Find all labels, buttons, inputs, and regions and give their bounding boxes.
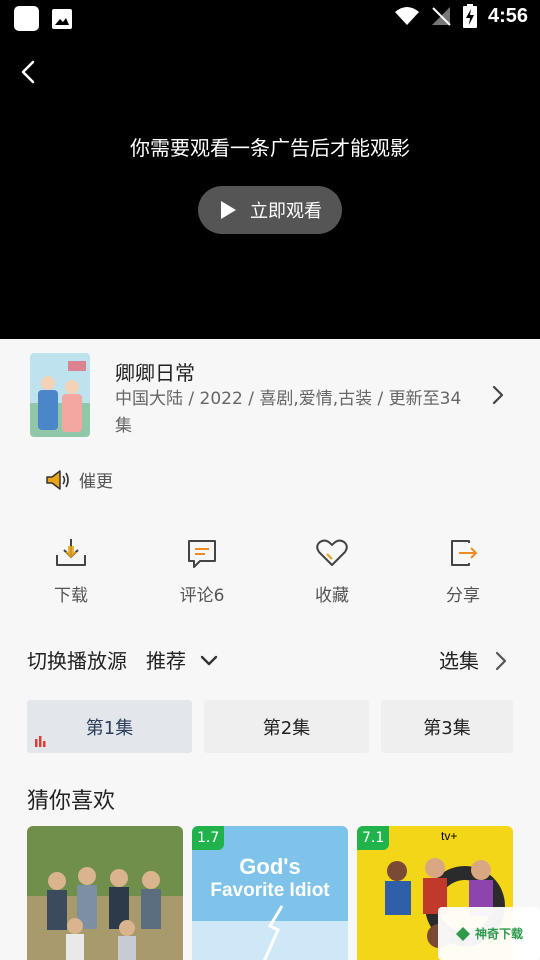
share-button[interactable]: 分享 [413,535,513,615]
switch-source-label: 切换播放源 [27,649,127,673]
status-bar: 4:56 [0,0,540,36]
watermark-badge: 神奇下载 [438,907,540,960]
show-poster[interactable] [30,353,90,437]
watch-now-label: 立即观看 [250,201,322,222]
play-icon [221,201,236,219]
favorite-label: 收藏 [315,586,349,606]
chevron-right-icon[interactable] [493,650,509,672]
download-button[interactable]: 下载 [21,535,121,615]
rating-badge: 1.7 [192,826,225,850]
poster-image [30,353,90,437]
no-signal-icon [431,7,451,26]
show-title: 卿卿日常 [115,361,195,385]
show-meta: 中国大陆 / 2022 / 喜剧,爱情,古装 / 更新至34集 [115,389,462,436]
episode-3[interactable]: 第3集 [381,700,513,753]
episode-list-button[interactable]: 选集 [439,645,479,674]
episode-label: 第2集 [262,717,311,739]
download-label: 下载 [54,586,88,606]
megaphone-icon [46,469,69,490]
source-row: 切换播放源 推荐 选集 [27,645,513,675]
episode-label: 第3集 [423,717,471,739]
leaf-logo-icon [455,926,470,941]
chevron-down-icon[interactable] [199,654,219,668]
svg-text:Favorite Idiot: Favorite Idiot [210,880,330,901]
episode-1[interactable]: 第1集 [27,700,192,753]
urge-update-label: 催更 [79,472,113,492]
svg-text:tv+: tv+ [441,829,457,843]
app-notification-icon [14,6,39,31]
comment-label: 评论6 [179,586,225,606]
wifi-icon [394,7,419,25]
episode-2[interactable]: 第2集 [204,700,369,753]
watermark-text: 神奇下载 [474,927,523,941]
urge-update-button[interactable]: 催更 [45,467,113,492]
watch-now-button[interactable]: 立即观看 [198,186,342,234]
source-dropdown[interactable]: 推荐 [146,645,186,674]
rating-badge: 7.1 [357,826,390,850]
recommend-item[interactable]: God's Favorite Idiot 1.7 [192,826,348,960]
recommend-item[interactable] [27,826,183,960]
detail-panel: 卿卿日常 中国大陆 / 2022 / 喜剧,爱情,古装 / 更新至34集 催更 … [0,339,540,960]
ad-message: 你需要观看一条广告后才能观影 [130,136,410,160]
image-notification-icon [52,9,72,29]
clock: 4:56 [487,4,528,27]
chevron-right-icon[interactable] [488,383,508,407]
heart-icon [316,539,348,566]
episode-label: 第1集 [85,717,134,739]
favorite-button[interactable]: 收藏 [282,535,382,615]
comment-icon [188,540,216,568]
recommend-title: 猜你喜欢 [27,789,116,814]
share-icon [451,540,478,566]
video-player[interactable]: 你需要观看一条广告后才能观影 立即观看 [0,36,540,339]
battery-charging-icon [462,4,477,28]
back-button[interactable] [14,54,44,90]
recommend-poster [27,826,183,960]
svg-text:God's: God's [239,854,300,879]
playing-equalizer-icon [35,736,46,747]
share-label: 分享 [446,586,480,606]
download-icon [56,539,86,566]
comment-button[interactable]: 评论6 [152,535,252,615]
action-bar: 下载 评论6 收藏 分享 [0,535,540,615]
